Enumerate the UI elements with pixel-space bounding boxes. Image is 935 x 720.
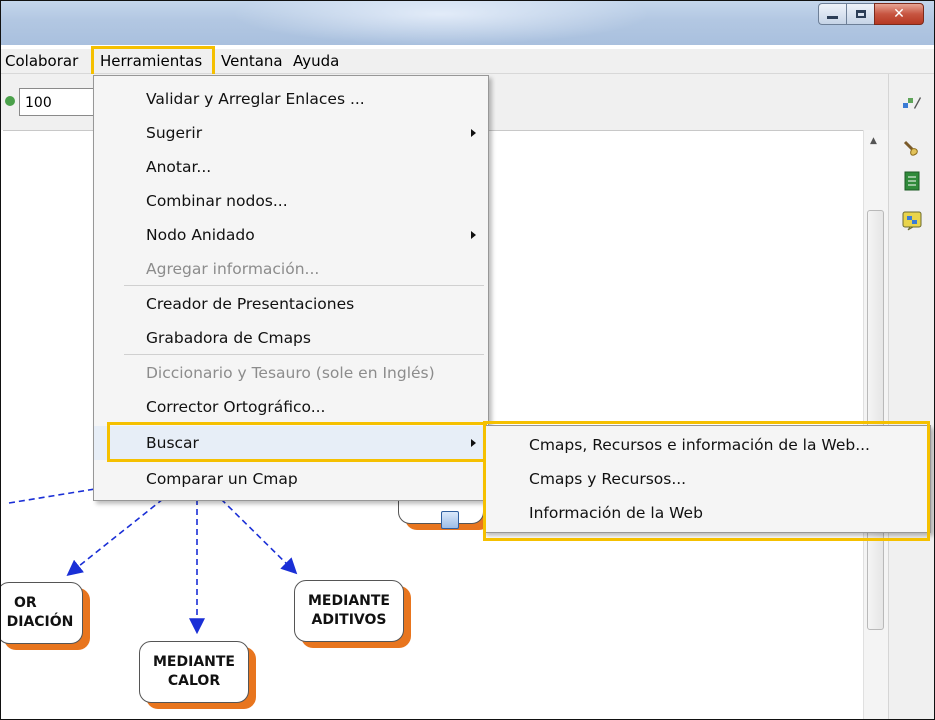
- menu-item-label: Anotar...: [146, 158, 212, 176]
- menu-item-label: Nodo Anidado: [146, 226, 255, 244]
- title-bar-glow: [231, 1, 651, 45]
- style-palette-icon[interactable]: [901, 92, 923, 114]
- concept-node-aditivos[interactable]: MEDIANTE ADITIVOS: [294, 580, 404, 642]
- menu-item-sugerir[interactable]: Sugerir: [94, 116, 488, 150]
- menu-item-label: Creador de Presentaciones: [146, 295, 355, 313]
- scroll-thumb[interactable]: ≡: [867, 210, 884, 630]
- menu-item-validar[interactable]: Validar y Arreglar Enlaces ...: [94, 82, 488, 116]
- menu-colaborar[interactable]: Colaborar: [5, 51, 78, 71]
- menu-item-label: Validar y Arreglar Enlaces ...: [146, 90, 365, 108]
- concept-node-calor[interactable]: MEDIANTE CALOR: [139, 641, 249, 703]
- menu-item-agregar-informacion: Agregar información...: [94, 252, 488, 286]
- concept-node-label: MEDIANTE: [153, 654, 235, 670]
- menu-item-label: Agregar información...: [146, 260, 320, 278]
- scroll-up-icon[interactable]: ▲: [870, 136, 877, 146]
- close-icon: ✕: [893, 6, 905, 22]
- link-left: [8, 488, 96, 504]
- attachment-icon[interactable]: [441, 511, 459, 529]
- concept-node-label: MEDIANTE: [308, 593, 390, 609]
- menu-item-diccionario: Diccionario y Tesauro (sole en Inglés): [94, 356, 488, 390]
- menu-ayuda[interactable]: Ayuda: [293, 51, 339, 71]
- right-panel: [888, 74, 934, 719]
- menu-separator: [124, 285, 484, 286]
- window-controls: ✕: [818, 3, 924, 25]
- zoom-icon: [5, 96, 15, 106]
- menu-item-label: Corrector Ortográfico...: [146, 398, 326, 416]
- menu-item-label: Sugerir: [146, 124, 203, 142]
- concept-node-radiacion[interactable]: OR DIACIÓN: [1, 582, 83, 644]
- maximize-icon: [855, 10, 866, 18]
- concept-node-label: CALOR: [167, 673, 221, 689]
- submenu-highlight: [483, 421, 930, 541]
- concept-node-label: ADITIVOS: [311, 612, 387, 628]
- submenu-arrow-icon: [471, 129, 476, 137]
- menu-item-combinar[interactable]: Combinar nodos...: [94, 184, 488, 218]
- concept-node-label: DIACIÓN: [6, 614, 74, 630]
- menu-item-label: Grabadora de Cmaps: [146, 329, 311, 347]
- menu-item-label: Combinar nodos...: [146, 192, 288, 210]
- brush-icon[interactable]: [901, 136, 923, 158]
- close-button[interactable]: ✕: [874, 3, 924, 25]
- notes-icon[interactable]: [901, 170, 923, 192]
- submenu-arrow-icon: [471, 231, 476, 239]
- minimize-icon: [827, 16, 838, 19]
- application-window: ✕ Colaborar Herramientas Ventana Ayuda 1…: [0, 0, 935, 720]
- menu-item-label: Diccionario y Tesauro (sole en Inglés): [146, 364, 435, 382]
- concept-list-icon[interactable]: [901, 210, 923, 232]
- buscar-highlight: [107, 422, 487, 462]
- title-bar: ✕: [1, 1, 934, 45]
- link-to-aditivos: [220, 498, 298, 575]
- link-to-radiacion: [66, 498, 164, 576]
- menu-item-comparar[interactable]: Comparar un Cmap: [94, 462, 488, 496]
- zoom-input[interactable]: 100: [19, 88, 97, 116]
- menu-ventana[interactable]: Ventana: [221, 51, 283, 71]
- menu-item-label: Comparar un Cmap: [146, 470, 298, 488]
- concept-node-label: OR: [14, 595, 37, 611]
- menu-item-anotar[interactable]: Anotar...: [94, 150, 488, 184]
- menu-item-corrector[interactable]: Corrector Ortográfico...: [94, 390, 488, 424]
- menu-item-nodo-anidado[interactable]: Nodo Anidado: [94, 218, 488, 252]
- menu-item-grabadora[interactable]: Grabadora de Cmaps: [94, 321, 488, 355]
- minimize-button[interactable]: [818, 3, 846, 25]
- maximize-button[interactable]: [846, 3, 874, 25]
- menu-item-creador-presentaciones[interactable]: Creador de Presentaciones: [94, 287, 488, 321]
- menu-separator: [124, 354, 484, 355]
